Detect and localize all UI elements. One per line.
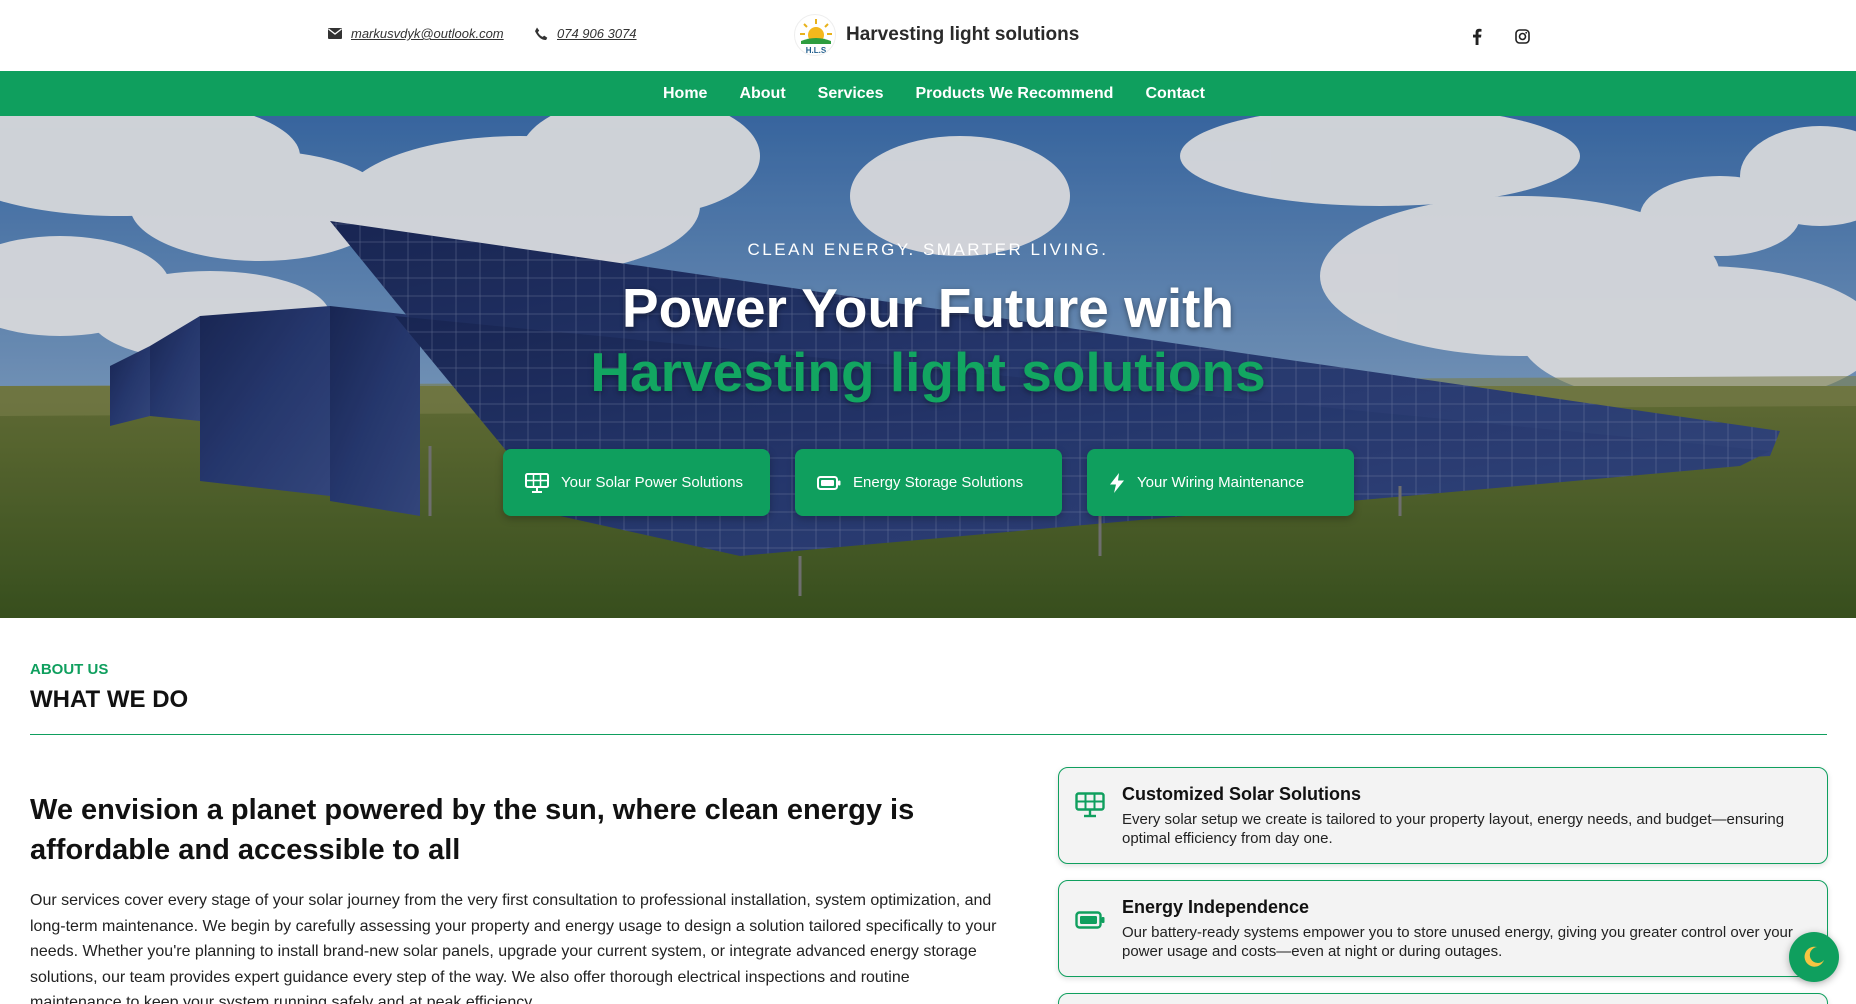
battery-icon — [1075, 911, 1105, 929]
feature-card-energy-independence: Energy Independence Our battery-ready sy… — [1058, 880, 1828, 977]
theme-toggle-button[interactable] — [1789, 932, 1839, 982]
phone-link[interactable]: 074 906 3074 — [557, 26, 637, 41]
feature-card-title: Energy Independence — [1122, 897, 1310, 917]
wiring-maintenance-button[interactable]: Your Wiring Maintenance — [1087, 449, 1354, 516]
feature-card-description: Our battery-ready systems empower you to… — [1122, 924, 1793, 960]
instagram-icon[interactable] — [1510, 24, 1534, 48]
battery-icon — [817, 475, 841, 490]
top-bar: markusvdyk@outlook.com 074 906 3074 H.L.… — [0, 0, 1856, 71]
about-title: WHAT WE DO — [30, 686, 189, 713]
nav-home[interactable]: Home — [663, 85, 707, 103]
nav-contact[interactable]: Contact — [1145, 85, 1205, 103]
brand-logo[interactable]: H.L.S — [794, 14, 836, 56]
hero-heading-line1: Power Your Future with — [621, 277, 1235, 339]
about-kicker: ABOUT US — [30, 661, 109, 678]
logo-text: H.L.S — [806, 46, 827, 55]
solar-power-label: Your Solar Power Solutions — [561, 474, 744, 491]
about-heading: We envision a planet powered by the sun,… — [30, 794, 915, 866]
email-contact[interactable]: markusvdyk@outlook.com — [328, 26, 504, 41]
solar-power-button[interactable]: Your Solar Power Solutions — [503, 449, 770, 516]
lightning-icon — [1110, 472, 1124, 493]
solar-panel-icon — [1075, 792, 1105, 818]
feature-card-customized-solar: Customized Solar Solutions Every solar s… — [1058, 767, 1828, 864]
phone-contact[interactable]: 074 906 3074 — [534, 26, 637, 41]
feature-card-title: Customized Solar Solutions — [1122, 784, 1362, 804]
phone-icon — [535, 27, 548, 40]
solar-panel-icon — [525, 472, 549, 493]
email-link[interactable]: markusvdyk@outlook.com — [351, 26, 504, 41]
facebook-icon[interactable] — [1465, 24, 1489, 48]
brand-name[interactable]: Harvesting light solutions — [846, 24, 1079, 46]
nav-products[interactable]: Products We Recommend — [915, 85, 1113, 103]
nav-about[interactable]: About — [739, 85, 785, 103]
hero-heading-line2: Harvesting light solutions — [590, 341, 1266, 403]
energy-storage-label: Energy Storage Solutions — [853, 474, 1024, 491]
feature-card-partial — [1058, 993, 1828, 1004]
about-paragraph: Our services cover every stage of your s… — [30, 892, 997, 1004]
nav-services[interactable]: Services — [818, 85, 884, 103]
envelope-icon — [328, 28, 342, 39]
hero-section: CLEAN ENERGY. SMARTER LIVING. Power Your… — [0, 116, 1856, 618]
moon-icon — [1804, 946, 1824, 967]
main-nav: Home About Services Products We Recommen… — [0, 71, 1856, 116]
hero-tagline: CLEAN ENERGY. SMARTER LIVING. — [747, 240, 1109, 259]
section-divider — [30, 734, 1827, 735]
brand[interactable]: H.L.S Harvesting light solutions — [794, 14, 1079, 56]
energy-storage-button[interactable]: Energy Storage Solutions — [795, 449, 1062, 516]
wiring-maintenance-label: Your Wiring Maintenance — [1137, 474, 1305, 491]
feature-card-description: Every solar setup we create is tailored … — [1122, 811, 1785, 847]
